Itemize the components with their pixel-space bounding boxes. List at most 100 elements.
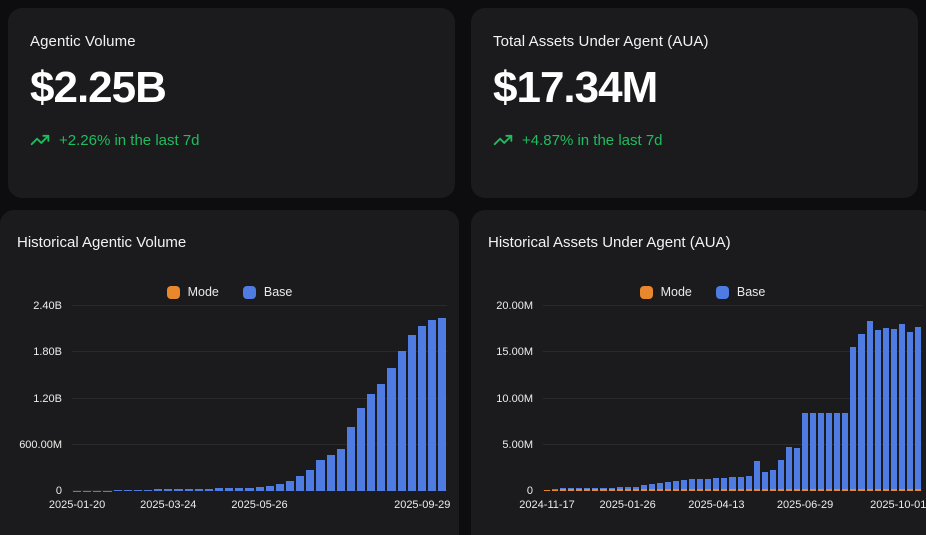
bar[interactable] (164, 306, 173, 491)
bar[interactable] (336, 306, 345, 491)
bar[interactable] (407, 306, 416, 491)
bar[interactable] (608, 306, 615, 491)
bar[interactable] (285, 306, 295, 491)
bar[interactable] (568, 306, 575, 491)
bar[interactable] (737, 306, 744, 491)
bar[interactable] (417, 306, 426, 491)
bar[interactable] (356, 306, 366, 491)
bar[interactable] (552, 306, 559, 491)
bar[interactable] (544, 306, 551, 491)
bar[interactable] (745, 306, 752, 491)
bar[interactable] (874, 306, 881, 491)
stat-card-total-aua: Total Assets Under Agent (AUA) $17.34M +… (471, 8, 918, 198)
bar[interactable] (93, 306, 102, 491)
bar[interactable] (858, 306, 865, 491)
legend-item-base[interactable]: Base (715, 285, 765, 299)
bar[interactable] (194, 306, 203, 491)
bar[interactable] (143, 306, 153, 491)
bar[interactable] (673, 306, 680, 491)
bar[interactable] (174, 306, 183, 491)
bar[interactable] (73, 306, 82, 491)
bar[interactable] (316, 306, 325, 491)
bar[interactable] (802, 306, 809, 491)
bar[interactable] (83, 306, 92, 491)
bar[interactable] (154, 306, 163, 491)
bar[interactable] (898, 306, 905, 491)
bar[interactable] (245, 306, 254, 491)
bar[interactable] (387, 306, 396, 491)
bar[interactable] (818, 306, 825, 491)
bar[interactable] (377, 306, 386, 491)
y-axis-labels: 0 5.00M 10.00M 15.00M 20.00M (471, 300, 537, 497)
bar[interactable] (826, 306, 833, 491)
bar[interactable] (592, 306, 599, 491)
bar[interactable] (648, 306, 655, 491)
bar[interactable] (882, 306, 889, 491)
bar[interactable] (729, 306, 736, 491)
bar[interactable] (810, 306, 817, 491)
bar[interactable] (584, 306, 591, 491)
bar[interactable] (664, 306, 671, 491)
legend-item-base[interactable]: Base (242, 285, 293, 299)
bar[interactable] (697, 306, 704, 491)
bar[interactable] (705, 306, 712, 491)
bar[interactable] (906, 306, 913, 491)
bar[interactable] (265, 306, 274, 491)
bar[interactable] (890, 306, 897, 491)
bar[interactable] (235, 306, 244, 491)
bar[interactable] (624, 306, 631, 491)
bar[interactable] (834, 306, 841, 491)
bar[interactable] (793, 306, 800, 491)
bar[interactable] (689, 306, 696, 491)
bar[interactable] (255, 306, 264, 491)
stat-title: Agentic Volume (30, 33, 136, 50)
bar[interactable] (306, 306, 315, 491)
bar[interactable] (914, 306, 921, 491)
bar[interactable] (326, 306, 335, 491)
bar[interactable] (769, 306, 776, 491)
bar[interactable] (113, 306, 122, 491)
chart-plot-wrap: 0 600.00M 1.20B 1.80B 2.40B 2025-01-20 2025-0… (0, 300, 459, 526)
bar[interactable] (560, 306, 567, 491)
bar[interactable] (184, 306, 193, 491)
bar[interactable] (681, 306, 688, 491)
legend-swatch-mode (639, 285, 653, 299)
bar[interactable] (103, 306, 112, 491)
y-axis-labels: 0 600.00M 1.20B 1.80B 2.40B (0, 300, 66, 497)
bar[interactable] (656, 306, 663, 491)
bar[interactable] (600, 306, 607, 491)
bar[interactable] (397, 306, 406, 491)
bar[interactable] (785, 306, 792, 491)
bar[interactable] (761, 306, 768, 491)
y-tick-label: 0 (55, 485, 62, 497)
bar[interactable] (850, 306, 857, 491)
legend-item-mode[interactable]: Mode (639, 285, 692, 299)
y-tick-label: 10.00M (496, 392, 533, 405)
bar[interactable] (777, 306, 784, 491)
bar[interactable] (753, 306, 760, 491)
bar[interactable] (225, 306, 234, 491)
bar[interactable] (204, 306, 213, 491)
bar[interactable] (632, 306, 639, 491)
bar[interactable] (616, 306, 623, 491)
bar[interactable] (214, 306, 224, 491)
y-tick-label: 2.40B (33, 300, 62, 312)
legend-label: Base (263, 285, 293, 299)
legend-item-mode[interactable]: Mode (166, 285, 219, 299)
bar[interactable] (123, 306, 132, 491)
bar[interactable] (296, 306, 305, 491)
bar[interactable] (427, 306, 437, 491)
bar[interactable] (133, 306, 142, 491)
bar[interactable] (438, 306, 447, 491)
bar[interactable] (842, 306, 849, 491)
bar[interactable] (275, 306, 284, 491)
bar[interactable] (640, 306, 647, 491)
stat-change: +4.87% in the last 7d (493, 130, 894, 150)
x-tick-label: 2025-01-26 (599, 499, 656, 511)
bar[interactable] (713, 306, 720, 491)
bar[interactable] (576, 306, 583, 491)
bar[interactable] (721, 306, 728, 491)
bar[interactable] (866, 306, 873, 491)
bar[interactable] (346, 306, 355, 491)
bar[interactable] (367, 306, 376, 491)
